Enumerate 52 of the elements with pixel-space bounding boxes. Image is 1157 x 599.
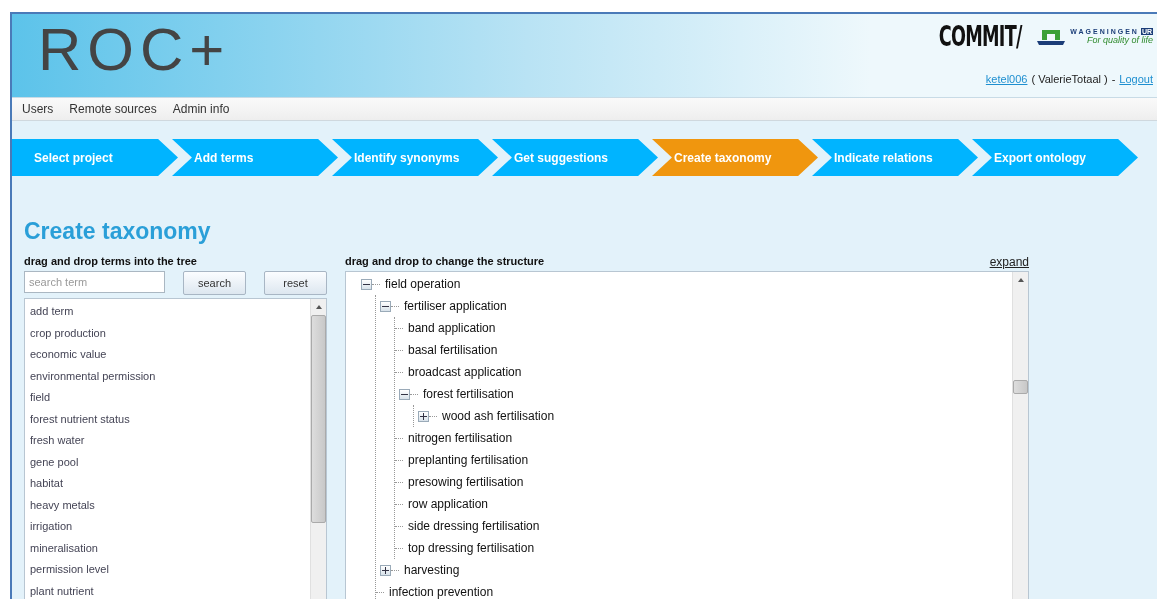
tree-node[interactable]: band application bbox=[408, 321, 496, 335]
tree-node[interactable]: infection prevention bbox=[389, 585, 494, 599]
scrollbar[interactable] bbox=[1012, 272, 1028, 599]
panel-label: drag and drop terms into the tree bbox=[24, 255, 198, 269]
tree-node[interactable]: wood ash fertilisation bbox=[442, 409, 555, 423]
term-item[interactable]: fresh water bbox=[25, 430, 310, 452]
term-item[interactable]: heavy metals bbox=[25, 494, 310, 516]
menu-item[interactable]: Admin info bbox=[172, 102, 230, 116]
tree-node[interactable]: row application bbox=[408, 497, 489, 511]
search-field[interactable]: search term bbox=[24, 271, 165, 293]
scrollbar[interactable] bbox=[310, 299, 326, 599]
term-item[interactable]: environmental permission bbox=[25, 365, 310, 387]
tree-node[interactable]: fertiliser application bbox=[404, 299, 507, 313]
reset-button[interactable]: reset bbox=[264, 271, 327, 295]
tree-node[interactable]: field operation bbox=[385, 277, 461, 291]
separator-text: - bbox=[1111, 73, 1116, 85]
term-item[interactable]: irrigation bbox=[25, 516, 310, 538]
app-logo: ROC+ bbox=[37, 15, 231, 85]
collapse-icon[interactable] bbox=[380, 300, 391, 312]
term-item[interactable]: economic value bbox=[25, 344, 310, 366]
university-logo-icon bbox=[1036, 27, 1067, 46]
tree-node[interactable]: harvesting bbox=[404, 563, 460, 577]
tree-node[interactable]: basal fertilisation bbox=[408, 343, 498, 357]
collapse-icon[interactable] bbox=[361, 278, 372, 290]
term-item[interactable]: habitat bbox=[25, 473, 310, 495]
term-item[interactable]: mineralisation bbox=[25, 537, 310, 559]
menu-item[interactable]: Remote sources bbox=[69, 102, 157, 116]
expand-icon[interactable] bbox=[380, 564, 391, 576]
collapse-icon[interactable] bbox=[399, 388, 410, 400]
term-item[interactable]: crop production bbox=[25, 322, 310, 344]
tree-node[interactable]: nitrogen fertilisation bbox=[408, 431, 513, 445]
term-item[interactable]: permission level bbox=[25, 559, 310, 581]
term-item[interactable]: plant nutrient bbox=[25, 580, 310, 599]
expand-link[interactable]: expand bbox=[989, 255, 1029, 269]
brand-tagline: For quality of life bbox=[1086, 34, 1153, 45]
tree-node[interactable]: presowing fertilisation bbox=[408, 475, 524, 489]
term-item[interactable]: field bbox=[25, 387, 310, 409]
page-title: Create taxonomy bbox=[24, 218, 212, 245]
tree-node[interactable]: top dressing fertilisation bbox=[408, 541, 535, 555]
term-item[interactable]: add term bbox=[25, 301, 310, 323]
panel-label: drag and drop to change the structure bbox=[345, 255, 545, 269]
tree-node[interactable]: broadcast application bbox=[408, 365, 522, 379]
user-name: ( ValerieTotaal ) bbox=[1031, 73, 1108, 85]
term-item[interactable]: gene pool bbox=[25, 451, 310, 473]
menu-item[interactable]: Users bbox=[22, 102, 54, 116]
partner-logo: COMMIT/ bbox=[939, 20, 1023, 53]
tree-node[interactable]: forest fertilisation bbox=[423, 387, 514, 401]
tree-node[interactable]: side dressing fertilisation bbox=[408, 519, 540, 533]
tree-node[interactable]: preplanting fertilisation bbox=[408, 453, 529, 467]
expand-icon[interactable] bbox=[418, 410, 429, 422]
term-item[interactable]: forest nutrient status bbox=[25, 408, 310, 430]
search-button[interactable]: search bbox=[183, 271, 246, 295]
